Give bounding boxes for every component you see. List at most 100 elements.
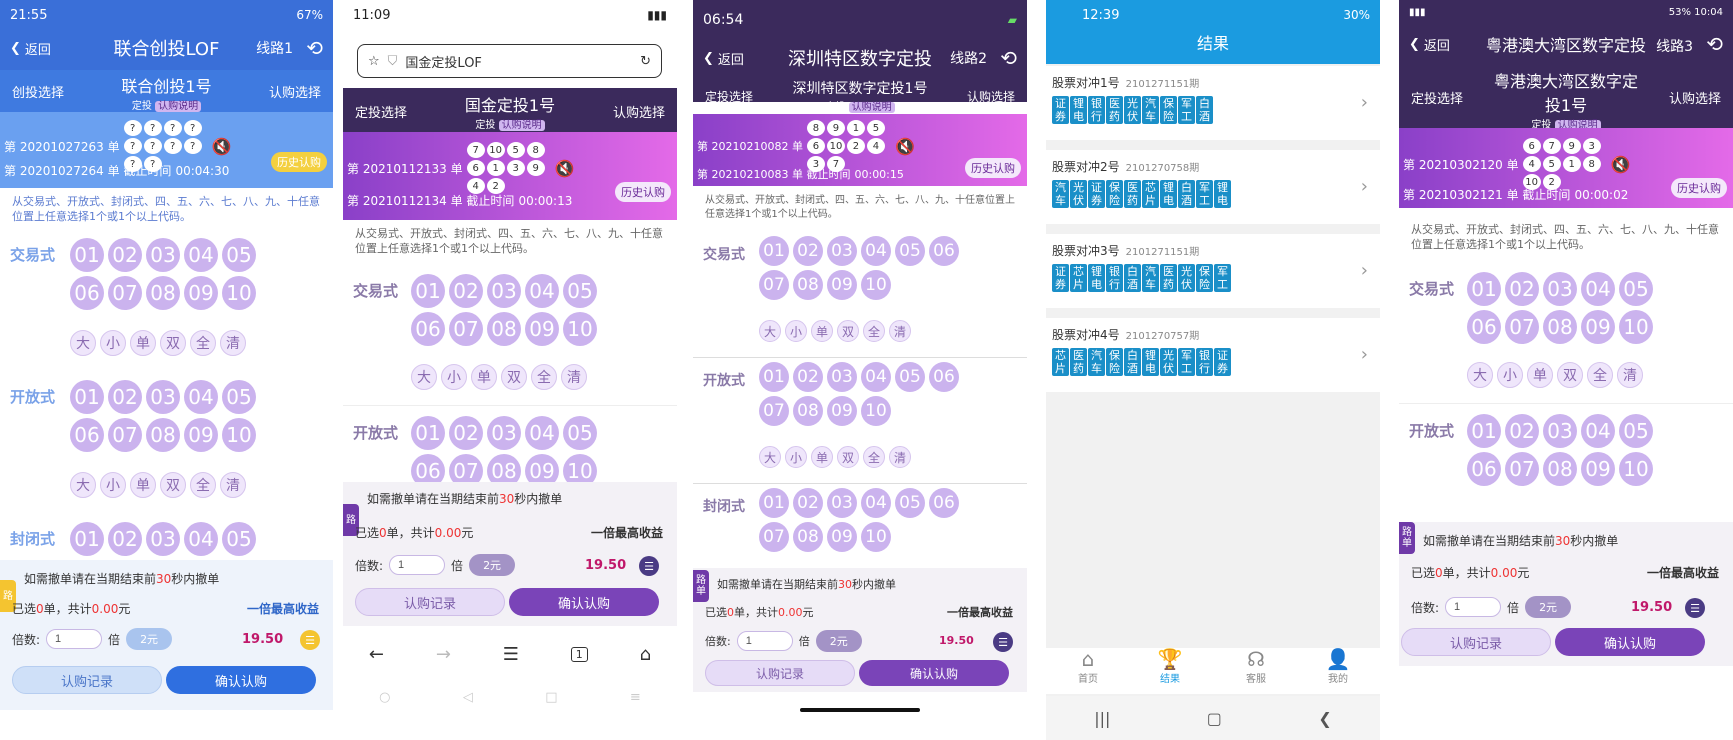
number-ball[interactable]: 03 [146, 522, 180, 556]
confirm-button[interactable]: 确认认购 [166, 666, 316, 694]
fund-help-link[interactable]: 认购说明 [848, 102, 895, 113]
confirm-button[interactable]: 确认认购 [1555, 628, 1705, 656]
calculator-icon[interactable]: ☰ [1685, 598, 1705, 618]
result-item[interactable]: 股票对冲2号 2101270758期 汽车 光伏 证券 保险 医药 芯片 锂电 白酒 军工 锂电 › [1046, 150, 1380, 230]
number-ball[interactable]: 07 [449, 312, 483, 346]
number-ball[interactable]: 02 [449, 274, 483, 308]
browser-back-icon[interactable]: ← [369, 644, 384, 665]
record-button[interactable]: 认购记录 [355, 588, 505, 616]
quick-select-option[interactable]: 全 [1587, 362, 1613, 388]
history-button[interactable]: 历史认购 [1671, 178, 1727, 198]
quick-select-option[interactable]: 双 [160, 330, 186, 356]
number-ball[interactable]: 07 [108, 276, 142, 310]
quick-select-option[interactable]: 双 [1557, 362, 1583, 388]
quick-select-option[interactable]: 单 [130, 330, 156, 356]
number-ball[interactable]: 03 [827, 236, 857, 266]
number-ball[interactable]: 01 [1467, 414, 1501, 448]
quick-select-option[interactable]: 双 [837, 446, 859, 468]
history-button[interactable]: 历史认购 [965, 158, 1021, 178]
number-ball[interactable]: 03 [1543, 272, 1577, 306]
number-ball[interactable]: 03 [146, 380, 180, 414]
number-ball[interactable]: 04 [525, 274, 559, 308]
fund-help-link[interactable]: 认购说明 [155, 101, 202, 112]
buy-select[interactable]: 认购选择 [967, 88, 1015, 105]
quick-select-option[interactable]: 小 [1497, 362, 1523, 388]
unit-price-select[interactable]: 2元 [469, 554, 516, 576]
number-ball[interactable]: 02 [1505, 272, 1539, 306]
number-ball[interactable]: 01 [411, 416, 445, 450]
refresh-icon[interactable]: ⟲ [1706, 32, 1723, 56]
history-button[interactable]: 历史认购 [271, 152, 327, 172]
number-ball[interactable]: 01 [411, 274, 445, 308]
quick-select-option[interactable]: 小 [785, 446, 807, 468]
route-tab[interactable]: 路单 [1399, 522, 1415, 554]
number-ball[interactable]: 05 [1619, 414, 1653, 448]
number-ball[interactable]: 05 [1619, 272, 1653, 306]
number-ball[interactable]: 05 [895, 362, 925, 392]
number-ball[interactable]: 01 [1467, 272, 1501, 306]
number-ball[interactable]: 10 [861, 396, 891, 426]
number-ball[interactable]: 04 [861, 488, 891, 518]
route-tab[interactable]: 路单 [693, 570, 709, 602]
number-ball[interactable]: 07 [1505, 452, 1539, 486]
number-ball[interactable]: 05 [895, 236, 925, 266]
mute-icon[interactable]: 🔇 [212, 137, 232, 156]
line-switch[interactable]: 线路1 [256, 38, 293, 58]
refresh-icon[interactable]: ⟲ [306, 36, 323, 60]
result-item[interactable]: 股票对冲4号 2101270757期 芯片 医药 汽车 保险 白酒 锂电 光伏 军工 银行 证券 › [1046, 318, 1380, 398]
number-ball[interactable]: 09 [827, 522, 857, 552]
refresh-icon[interactable]: ⟲ [1000, 46, 1017, 70]
quick-select-option[interactable]: 全 [863, 446, 885, 468]
number-ball[interactable]: 04 [525, 416, 559, 450]
number-ball[interactable]: 02 [108, 238, 142, 272]
home-indicator[interactable] [800, 708, 920, 712]
number-ball[interactable]: 06 [411, 312, 445, 346]
quick-select-option[interactable]: 清 [220, 472, 246, 498]
number-ball[interactable]: 02 [793, 488, 823, 518]
result-item[interactable]: 股票对冲3号 2101271151期 证券 芯片 锂电 银行 白酒 汽车 医药 光伏 保险 军工 › [1046, 234, 1380, 314]
multiplier-input[interactable] [389, 555, 446, 575]
quick-select-option[interactable]: 大 [411, 364, 437, 390]
home-square-icon[interactable]: ▢ [1207, 709, 1222, 728]
quick-select-option[interactable]: 大 [70, 330, 96, 356]
number-ball[interactable]: 05 [563, 416, 597, 450]
number-ball[interactable]: 05 [222, 522, 256, 556]
quick-select-option[interactable]: 全 [531, 364, 557, 390]
calculator-icon[interactable]: ☰ [639, 556, 659, 576]
tab-me[interactable]: 👤 我的 [1308, 648, 1368, 685]
reload-icon[interactable]: ↻ [640, 54, 651, 69]
quick-select-option[interactable]: 全 [190, 330, 216, 356]
quick-select-option[interactable]: 大 [1467, 362, 1493, 388]
number-ball[interactable]: 05 [563, 274, 597, 308]
recents-icon[interactable]: ||| [1094, 709, 1110, 728]
calculator-icon[interactable]: ☰ [993, 632, 1013, 652]
circle-icon[interactable]: ○ [379, 690, 390, 710]
number-ball[interactable]: 02 [1505, 414, 1539, 448]
quick-select-option[interactable]: 清 [889, 446, 911, 468]
number-ball[interactable]: 03 [146, 238, 180, 272]
number-ball[interactable]: 10 [222, 418, 256, 452]
browser-menu-icon[interactable]: ☰ [503, 644, 519, 665]
number-ball[interactable]: 06 [1467, 310, 1501, 344]
record-button[interactable]: 认购记录 [705, 660, 855, 686]
number-ball[interactable]: 04 [861, 362, 891, 392]
number-ball[interactable]: 08 [793, 270, 823, 300]
number-ball[interactable]: 06 [70, 418, 104, 452]
quick-select-option[interactable]: 清 [889, 320, 911, 342]
number-ball[interactable]: 01 [70, 380, 104, 414]
back-triangle-icon[interactable]: ◁ [463, 690, 473, 710]
lines-icon[interactable]: ≡ [630, 690, 641, 710]
number-ball[interactable]: 10 [1619, 452, 1653, 486]
quick-select-option[interactable]: 单 [130, 472, 156, 498]
number-ball[interactable]: 07 [759, 396, 789, 426]
number-ball[interactable]: 08 [1543, 452, 1577, 486]
confirm-button[interactable]: 确认认购 [509, 588, 659, 616]
quick-select-option[interactable]: 双 [160, 472, 186, 498]
number-ball[interactable]: 09 [184, 276, 218, 310]
number-ball[interactable]: 01 [759, 488, 789, 518]
number-ball[interactable]: 03 [487, 416, 521, 450]
number-ball[interactable]: 07 [108, 418, 142, 452]
browser-home-icon[interactable]: ⌂ [640, 644, 651, 665]
square-icon[interactable]: □ [545, 690, 557, 710]
number-ball[interactable]: 01 [70, 238, 104, 272]
